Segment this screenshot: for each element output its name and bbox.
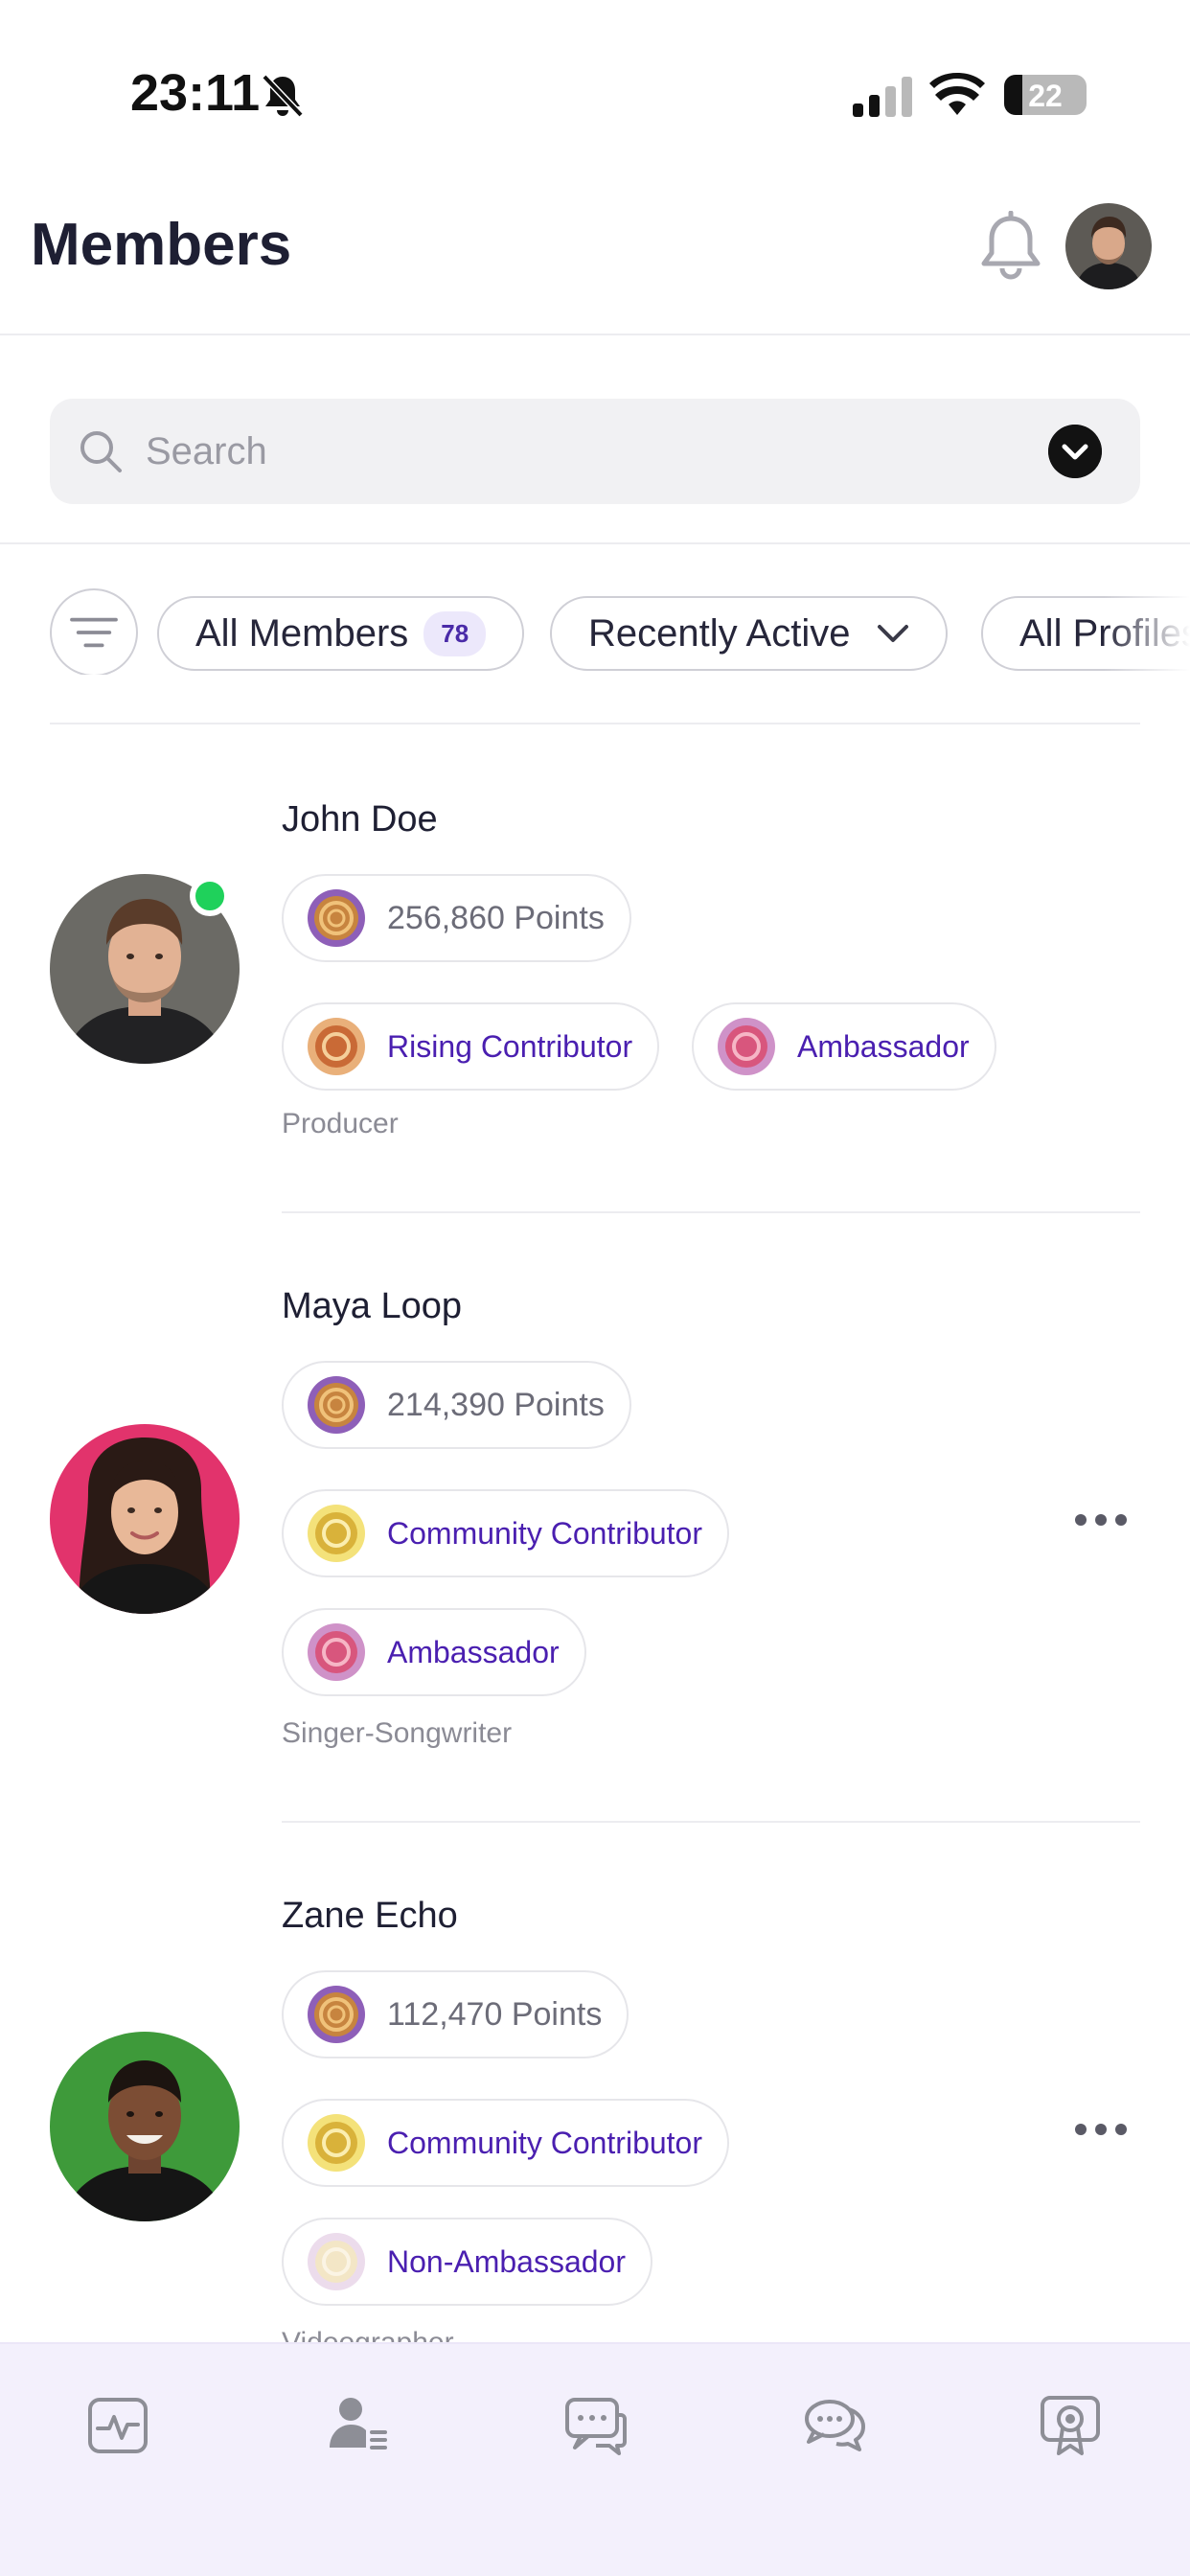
ambassador-badge-icon — [718, 1018, 775, 1075]
members-icon[interactable] — [324, 2392, 391, 2459]
status-bar: 23:11 22 — [0, 0, 1190, 182]
badge-label: Community Contributor — [387, 1515, 702, 1551]
member-avatar[interactable] — [50, 2032, 240, 2221]
badge-label: Ambassador — [387, 1634, 560, 1669]
discussions-icon[interactable] — [801, 2392, 868, 2459]
cellular-signal-icon — [853, 77, 912, 117]
non-ambassador-badge-icon — [308, 2233, 365, 2290]
profile-avatar[interactable] — [1065, 203, 1152, 289]
badge-pill[interactable]: Community Contributor — [282, 1489, 729, 1577]
more-dot-icon — [1095, 1514, 1107, 1526]
badge-pill[interactable]: Ambassador — [282, 1608, 586, 1696]
points-pill: 256,860 Points — [282, 874, 631, 962]
community-contributor-badge-icon — [308, 1505, 365, 1562]
more-options-button[interactable] — [1075, 1510, 1129, 1530]
achievements-icon[interactable] — [1037, 2392, 1104, 2459]
more-dot-icon — [1115, 2124, 1127, 2135]
more-dot-icon — [1075, 1514, 1087, 1526]
member-name: John Doe — [282, 799, 438, 840]
divider — [50, 723, 1140, 724]
divider — [282, 1211, 1140, 1213]
points-medal-icon — [308, 1986, 365, 2043]
badge-label: Community Contributor — [387, 2125, 702, 2160]
points-pill: 112,470 Points — [282, 1970, 629, 2058]
search-bar[interactable] — [50, 399, 1140, 504]
wifi-icon — [929, 73, 985, 115]
badge-pill[interactable]: Rising Contributor — [282, 1002, 660, 1091]
more-dot-icon — [1095, 2124, 1107, 2135]
all-members-chip[interactable]: All Members 78 — [157, 596, 525, 671]
badge-pill[interactable]: Ambassador — [692, 1002, 996, 1091]
member-role: Producer — [282, 1108, 399, 1139]
all-members-label: All Members — [195, 611, 409, 655]
ambassador-badge-icon — [308, 1623, 365, 1681]
divider — [282, 1821, 1140, 1823]
badge-label: Rising Contributor — [387, 1028, 633, 1064]
bell-off-icon — [262, 74, 304, 118]
member-name: Maya Loop — [282, 1286, 463, 1326]
rising-contributor-badge-icon — [308, 1018, 365, 1075]
bottom-navigation — [0, 2342, 1190, 2576]
badge-pill[interactable]: Community Contributor — [282, 2099, 729, 2187]
page-title: Members — [31, 212, 292, 278]
search-input[interactable] — [146, 422, 1008, 481]
activity-icon[interactable] — [84, 2392, 151, 2459]
points-medal-icon — [308, 1376, 365, 1434]
sort-label: Recently Active — [588, 611, 851, 655]
battery-level: 22 — [1028, 79, 1063, 113]
battery-indicator: 22 — [1004, 75, 1087, 115]
points-value: 112,470 Points — [387, 1995, 603, 2033]
more-options-button[interactable] — [1075, 2120, 1129, 2139]
notifications-bell-icon[interactable] — [977, 211, 1044, 284]
chevron-down-icon[interactable] — [1048, 425, 1102, 478]
points-value: 214,390 Points — [387, 1386, 605, 1423]
badge-pill[interactable]: Non-Ambassador — [282, 2218, 652, 2306]
app-header: Members — [0, 182, 1190, 335]
chevron-down-icon — [878, 625, 909, 642]
member-name: Zane Echo — [282, 1896, 458, 1936]
members-count-badge: 78 — [423, 610, 487, 656]
filter-icon — [70, 617, 118, 648]
member-avatar[interactable] — [50, 1424, 240, 1614]
member-role: Singer-Songwriter — [282, 1717, 513, 1749]
points-pill: 214,390 Points — [282, 1361, 631, 1449]
search-icon — [80, 431, 122, 472]
badge-label: Non-Ambassador — [387, 2243, 626, 2279]
badge-label: Ambassador — [797, 1028, 970, 1064]
more-dot-icon — [1075, 2124, 1087, 2135]
filter-bar: All Members 78 Recently Active All Profi… — [0, 588, 1190, 675]
status-time: 23:11 — [130, 64, 261, 122]
scroll-fade — [1104, 588, 1190, 675]
points-medal-icon — [308, 889, 365, 947]
filter-button[interactable] — [50, 588, 138, 675]
community-contributor-badge-icon — [308, 2114, 365, 2172]
more-dot-icon — [1115, 1514, 1127, 1526]
points-value: 256,860 Points — [387, 899, 605, 936]
online-status-indicator — [190, 876, 230, 916]
chat-icon[interactable] — [561, 2392, 629, 2459]
sort-dropdown[interactable]: Recently Active — [550, 596, 949, 671]
search-section — [0, 337, 1190, 544]
